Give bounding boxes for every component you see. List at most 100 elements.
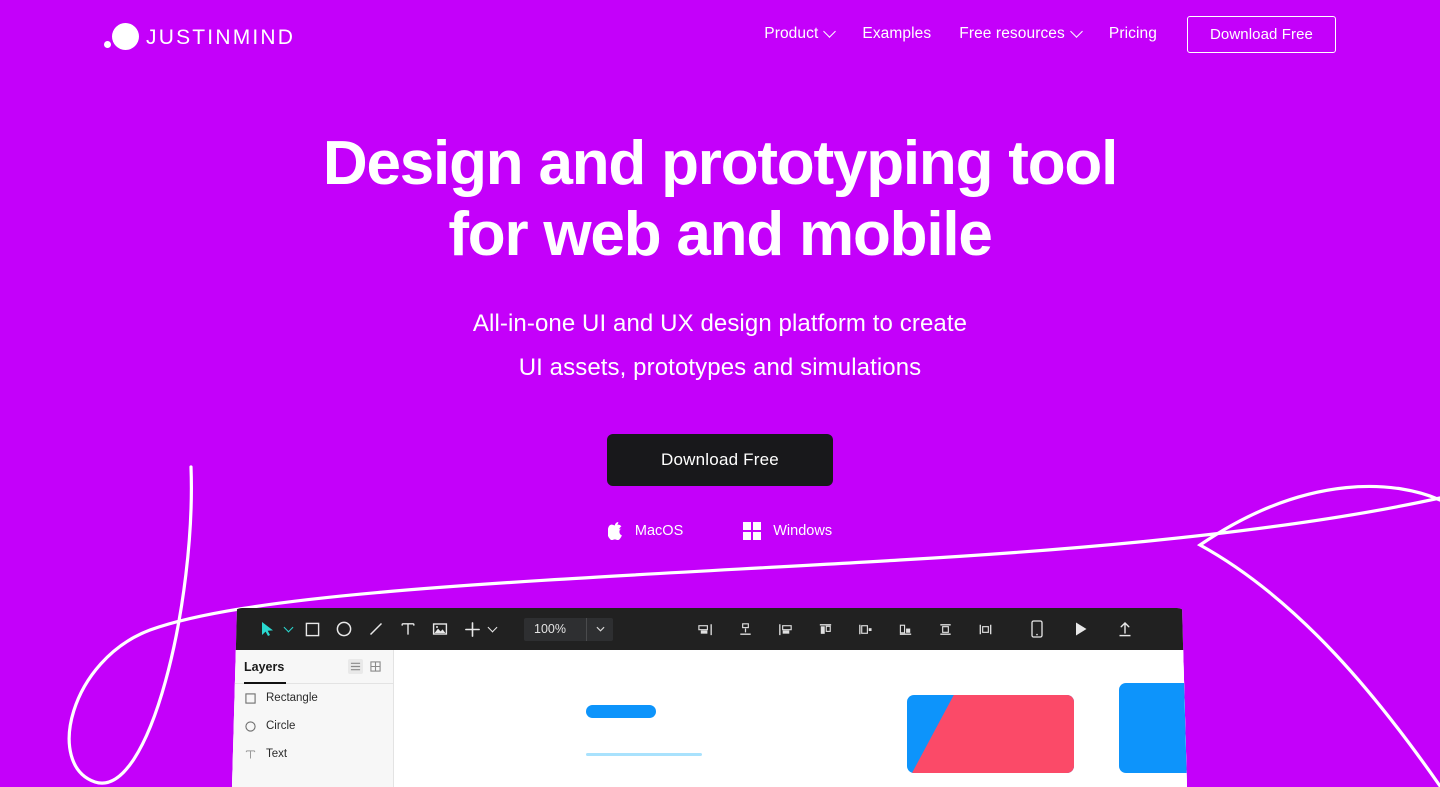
layer-label-text: Text <box>266 748 288 760</box>
layers-panel-header: Layers <box>232 650 393 684</box>
distribute-vertical-button[interactable] <box>969 613 1001 645</box>
image-icon <box>432 623 448 635</box>
hero-subtitle-line-1: All-in-one UI and UX design platform to … <box>472 310 968 337</box>
play-icon <box>1076 622 1087 636</box>
windows-icon <box>743 522 762 540</box>
os-option-macos[interactable]: MacOS <box>607 522 684 540</box>
align-left-button[interactable] <box>689 613 721 645</box>
logo[interactable]: JUSTINMIND <box>104 21 295 51</box>
phone-icon <box>1031 620 1043 638</box>
align-left-icon <box>697 623 712 635</box>
os-label-windows: Windows <box>773 523 833 539</box>
os-option-windows[interactable]: Windows <box>743 522 832 540</box>
chevron-down-icon <box>1070 24 1083 38</box>
circle-icon <box>336 621 352 637</box>
distribute-horizontal-button[interactable] <box>849 613 881 645</box>
app-body: Layers Rectangle Circle Text <box>232 650 1187 787</box>
square-icon <box>305 622 319 636</box>
design-canvas[interactable] <box>394 650 1187 787</box>
circle-icon <box>244 720 256 732</box>
hero-section: Design and prototyping tool for web and … <box>0 0 1440 540</box>
canvas-shape-split-card[interactable] <box>907 695 1074 773</box>
cursor-icon <box>262 622 273 636</box>
layer-item-rectangle[interactable]: Rectangle <box>232 684 393 712</box>
canvas-shape-solid-blue-card[interactable] <box>1119 683 1187 773</box>
list-view-button[interactable] <box>348 659 363 674</box>
hero-title-line-2: for web and mobile <box>448 200 993 269</box>
layer-item-text[interactable]: Text <box>232 740 393 768</box>
line-tool-button[interactable] <box>360 613 392 645</box>
align-right-button[interactable] <box>769 613 801 645</box>
page-title: Design and prototyping tool for web and … <box>0 128 1440 270</box>
os-label-macos: MacOS <box>634 523 684 539</box>
alignment-toolbar <box>689 613 1001 645</box>
hero-title-line-1: Design and prototyping tool <box>322 129 1118 198</box>
hero-subtitle-line-2: UI assets, prototypes and simulations <box>518 354 922 381</box>
layer-item-circle[interactable]: Circle <box>232 712 393 740</box>
logo-text: JUSTINMIND <box>146 25 296 49</box>
layers-view-toggles <box>348 659 383 674</box>
text-tool-button[interactable] <box>392 613 424 645</box>
apple-icon <box>607 522 622 540</box>
site-header: JUSTINMIND Product Examples Free resourc… <box>0 0 1440 68</box>
text-t-icon <box>401 623 415 635</box>
list-icon <box>350 662 361 671</box>
canvas-shape-split-card-triangle <box>912 695 1074 773</box>
align-middle-icon <box>939 623 951 635</box>
nav-label-product: Product <box>764 25 819 42</box>
align-right-icon <box>778 623 792 635</box>
line-icon <box>369 622 383 636</box>
os-options: MacOS Windows <box>0 522 1440 540</box>
play-simulation-button[interactable] <box>1065 613 1097 645</box>
hero-download-free-button[interactable]: Download Free <box>607 434 833 486</box>
select-tool-button[interactable] <box>252 613 284 645</box>
layer-label-circle: Circle <box>266 720 296 732</box>
align-center-v-icon <box>819 623 831 634</box>
nav-item-pricing[interactable]: Pricing <box>1095 25 1171 43</box>
rectangle-tool-button[interactable] <box>296 613 328 645</box>
add-tool-chevron-down-icon[interactable] <box>487 622 498 632</box>
nav-item-free-resources[interactable]: Free resources <box>945 24 1095 43</box>
app-actions <box>1021 613 1187 645</box>
grid-icon <box>370 661 381 672</box>
image-tool-button[interactable] <box>424 613 456 645</box>
layer-label-rectangle: Rectangle <box>266 692 318 704</box>
canvas-shape-blue-pill[interactable] <box>586 705 656 718</box>
layers-tab[interactable]: Layers <box>244 660 284 674</box>
nav-item-examples[interactable]: Examples <box>848 25 945 43</box>
layers-tab-underline <box>244 682 286 684</box>
landing-page: JUSTINMIND Product Examples Free resourc… <box>0 0 1440 787</box>
logo-mark <box>104 21 146 51</box>
app-toolbar: 100% <box>232 608 1187 650</box>
main-navigation: Product Examples Free resources Pricing … <box>764 0 1336 68</box>
text-t-icon <box>244 748 256 760</box>
layers-panel: Layers Rectangle Circle Text <box>232 650 394 787</box>
align-center-vertical-button[interactable] <box>809 613 841 645</box>
header-download-free-button[interactable]: Download Free <box>1186 15 1336 53</box>
align-middle-button[interactable] <box>929 613 961 645</box>
align-top-icon <box>739 622 751 635</box>
canvas-shape-light-blue-line[interactable] <box>586 753 702 756</box>
app-preview-window: 100% Layers Rectangle Circle Text <box>0 608 1440 787</box>
select-tool-chevron-down-icon[interactable] <box>283 622 294 632</box>
device-preview-button[interactable] <box>1021 613 1053 645</box>
logo-dot-large-icon <box>112 23 139 50</box>
square-icon <box>244 692 256 704</box>
upload-icon <box>1119 621 1131 636</box>
distribute-h-icon <box>858 624 872 634</box>
grid-view-button[interactable] <box>368 659 383 674</box>
nav-item-product[interactable]: Product <box>764 24 848 43</box>
nav-label-free-resources: Free resources <box>959 25 1065 42</box>
align-bottom-button[interactable] <box>889 613 921 645</box>
align-top-button[interactable] <box>729 613 761 645</box>
nav-label-examples: Examples <box>862 25 932 42</box>
add-tool-button[interactable] <box>456 613 488 645</box>
ellipse-tool-button[interactable] <box>328 613 360 645</box>
share-publish-button[interactable] <box>1109 613 1141 645</box>
align-bottom-icon <box>899 624 911 635</box>
zoom-level-field[interactable]: 100% <box>524 617 613 641</box>
zoom-level-value: 100% <box>534 622 566 636</box>
hero-subtitle: All-in-one UI and UX design platform to … <box>0 302 1440 390</box>
chevron-down-icon <box>823 24 837 38</box>
zoom-dropdown-chevron-down-icon[interactable] <box>587 626 613 632</box>
